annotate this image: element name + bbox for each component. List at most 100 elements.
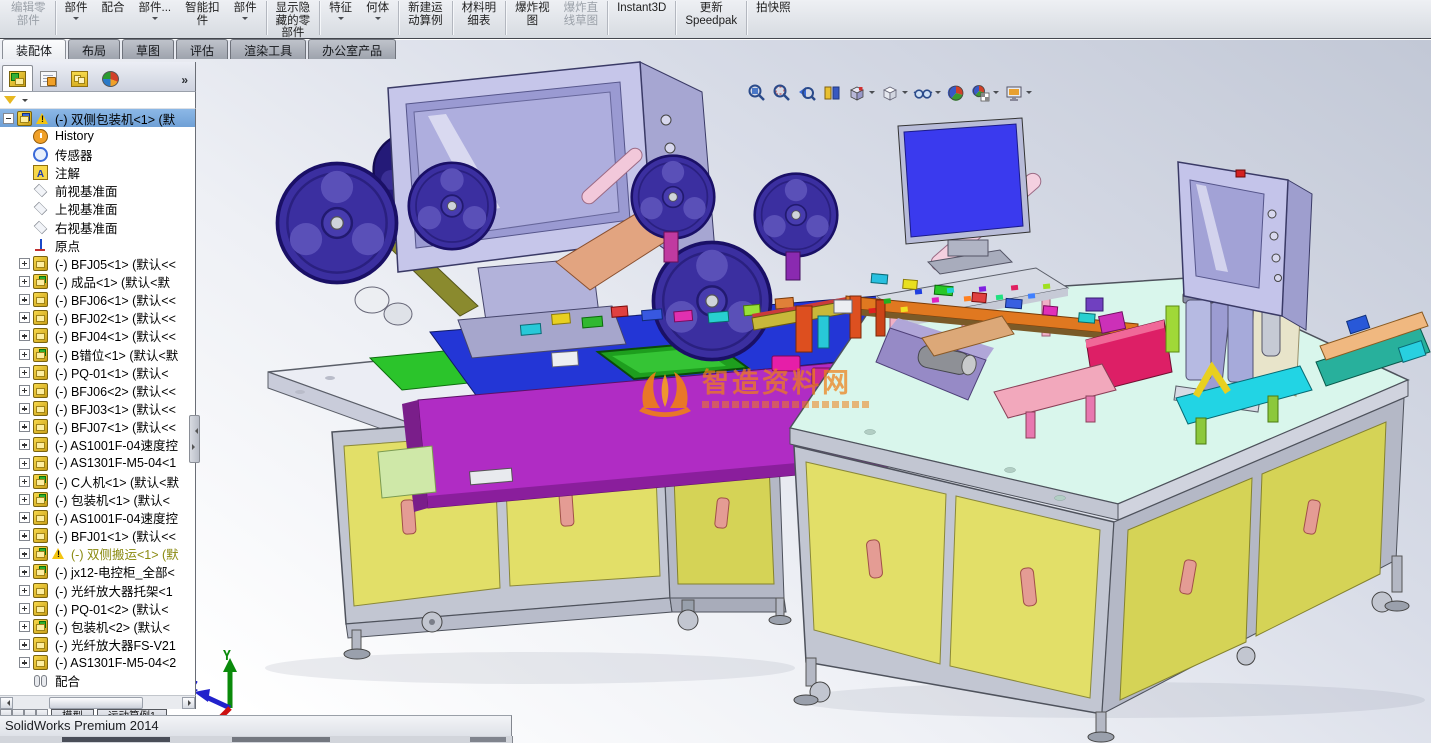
take-snapshot-button[interactable]: 拍快照 — [749, 0, 798, 39]
tree-item[interactable]: 上视基准面 — [0, 200, 195, 218]
door-handle[interactable] — [558, 491, 575, 527]
hide-show-items-icon[interactable] — [911, 82, 943, 104]
section-view-icon[interactable] — [820, 82, 844, 104]
expand-toggle[interactable] — [19, 620, 30, 632]
model-tab-nav-button[interactable] — [12, 709, 24, 715]
zoom-to-fit-icon[interactable] — [745, 82, 769, 104]
tree-item[interactable]: (-) AS1001F-04速度控 — [0, 436, 195, 454]
graphics-area[interactable]: 智造资料网 Y Z X — [0, 40, 1431, 743]
tape-reel[interactable] — [630, 154, 716, 240]
tree-item[interactable]: (-) AS1301F-M5-04<2 — [0, 654, 195, 672]
edit-appearance-icon[interactable] — [944, 82, 968, 104]
tree-item[interactable]: (-) 光纤放大器托架<1 — [0, 581, 195, 599]
tree-item[interactable]: (-) C人机<1> (默认<默 — [0, 472, 195, 490]
insert-component-button[interactable]: 部件 — [58, 0, 95, 39]
assembly-features-button[interactable]: 特征 — [322, 0, 359, 39]
expand-toggle[interactable] — [19, 330, 30, 342]
configurationmanager-tab[interactable] — [64, 65, 95, 91]
chevron-down-icon[interactable] — [337, 16, 344, 23]
previous-view-icon[interactable] — [795, 82, 819, 104]
ribbon-separator[interactable] — [675, 1, 677, 35]
chevron-down-icon[interactable] — [993, 91, 999, 97]
explode-line-sketch-button[interactable]: 爆炸直 线草图 — [557, 0, 606, 39]
chevron-down-icon[interactable] — [22, 98, 28, 105]
tree-item[interactable]: 前视基准面 — [0, 182, 195, 200]
edit-component-button[interactable]: 编辑零 部件 — [4, 0, 53, 39]
exploded-view-button[interactable]: 爆炸视 图 — [508, 0, 557, 39]
view-orientation-icon[interactable] — [845, 82, 877, 104]
expand-toggle[interactable] — [19, 657, 30, 669]
model-tab-nav-button[interactable] — [24, 709, 36, 715]
motion-study-tab[interactable]: 运动算例1 — [97, 709, 167, 715]
expand-toggle[interactable] — [19, 312, 30, 324]
expand-toggle[interactable] — [3, 112, 14, 124]
tape-reel[interactable] — [753, 172, 839, 258]
propertymanager-tab[interactable] — [33, 65, 64, 91]
chevron-down-icon[interactable] — [242, 16, 249, 23]
tree-item[interactable]: (-) jx12-电控柜_全部< — [0, 563, 195, 581]
scroll-left-arrow[interactable] — [0, 696, 13, 709]
expand-toggle[interactable] — [19, 602, 30, 614]
filter-icon[interactable] — [4, 96, 16, 110]
zoom-to-area-icon[interactable] — [770, 82, 794, 104]
expand-toggle[interactable] — [19, 294, 30, 306]
tab-evaluate[interactable]: 评估 — [176, 39, 229, 59]
panel-overflow-button[interactable]: » — [181, 73, 193, 91]
tab-render-tools[interactable]: 渲染工具 — [230, 39, 307, 59]
tab-sketch[interactable]: 草图 — [122, 39, 175, 59]
expand-toggle[interactable] — [19, 512, 30, 524]
displaymanager-tab[interactable] — [95, 65, 126, 91]
tree-horizontal-scrollbar[interactable] — [0, 695, 196, 709]
expand-toggle[interactable] — [19, 584, 30, 596]
tab-office-products[interactable]: 办公室产品 — [308, 39, 397, 59]
tree-item[interactable]: (-) 包装机<2> (默认< — [0, 617, 195, 635]
tree-item[interactable]: (-) AS1001F-04速度控 — [0, 508, 195, 526]
hmi-button[interactable] — [1274, 274, 1282, 282]
pneumatic-cylinder[interactable] — [1185, 299, 1212, 381]
machine-button[interactable] — [771, 355, 801, 372]
bill-of-materials-button[interactable]: 材料明 细表 — [455, 0, 504, 39]
expand-toggle[interactable] — [19, 566, 30, 578]
chevron-down-icon[interactable] — [902, 91, 908, 97]
expand-toggle[interactable] — [19, 384, 30, 396]
display-style-icon[interactable] — [878, 82, 910, 104]
assembly-3d-scene[interactable] — [0, 40, 1431, 743]
tree-item[interactable]: (-) 双侧搬运<1> (默 — [0, 545, 195, 563]
chevron-down-icon[interactable] — [1026, 91, 1032, 97]
smart-fasteners-button[interactable]: 智能扣 件 — [178, 0, 227, 39]
tree-item[interactable]: (-) AS1301F-M5-04<1 — [0, 454, 195, 472]
ribbon-separator[interactable] — [265, 1, 267, 35]
tree-item-root[interactable]: (-) 双侧包装机<1> (默 — [0, 109, 195, 128]
tree-item[interactable]: 配合 — [0, 672, 195, 690]
expand-toggle[interactable] — [19, 275, 30, 287]
ribbon-separator[interactable] — [746, 1, 748, 35]
ribbon-separator[interactable] — [54, 1, 56, 35]
tree-item[interactable]: (-) 成品<1> (默认<默 — [0, 272, 195, 290]
tape-reel[interactable] — [275, 161, 399, 285]
monitor-screen[interactable] — [903, 123, 1024, 238]
tree-item[interactable]: (-) BFJ04<1> (默认<< — [0, 327, 195, 345]
chevron-down-icon[interactable] — [151, 16, 158, 23]
monitor-button[interactable] — [660, 114, 672, 126]
tape-reel[interactable] — [407, 161, 497, 251]
chevron-down-icon[interactable] — [374, 16, 381, 23]
tree-item[interactable]: 传感器 — [0, 145, 195, 163]
tree-item[interactable]: (-) PQ-01<1> (默认< — [0, 363, 195, 381]
tree-item[interactable]: (-) B错位<1> (默认<默 — [0, 345, 195, 363]
expand-toggle[interactable] — [19, 457, 30, 469]
expand-toggle[interactable] — [19, 475, 30, 487]
chevron-down-icon[interactable] — [73, 16, 79, 23]
monitor-button[interactable] — [664, 142, 676, 154]
expand-toggle[interactable] — [19, 257, 30, 269]
view-settings-icon[interactable] — [1002, 82, 1034, 104]
expand-toggle[interactable] — [19, 639, 30, 651]
tree-item[interactable]: (-) BFJ06<1> (默认<< — [0, 291, 195, 309]
mate-button[interactable]: 配合 — [95, 0, 132, 39]
expand-toggle[interactable] — [19, 439, 30, 451]
tree-item[interactable]: (-) BFJ06<2> (默认<< — [0, 381, 195, 399]
tab-assembly[interactable]: 装配体 — [2, 39, 67, 59]
hmi-button[interactable] — [1267, 209, 1277, 219]
tree-item[interactable]: History — [0, 127, 195, 145]
tree-item[interactable]: 原点 — [0, 236, 195, 254]
tree-item[interactable]: (-) 包装机<1> (默认< — [0, 490, 195, 508]
